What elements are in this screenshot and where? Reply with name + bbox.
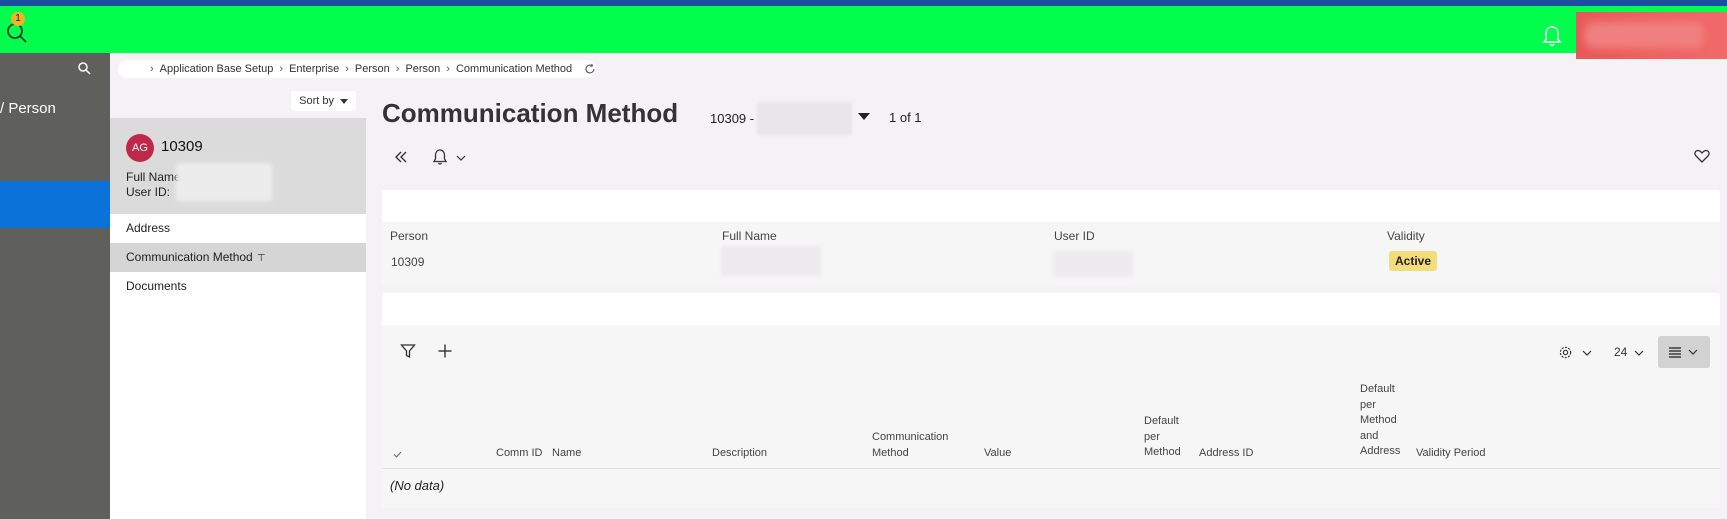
redacted-record-name [757,102,852,135]
column-header[interactable]: Name [552,446,581,462]
redacted-full-name [721,246,821,276]
column-header[interactable]: Default per Method [1144,414,1184,461]
nav-title[interactable]: / Person [0,100,56,117]
record-count: 1 of 1 [889,110,922,125]
caret-down-icon [340,98,348,104]
top-bar: 1 [0,6,1727,59]
breadcrumb-item[interactable]: Communication Method [456,63,572,75]
view-mode-button[interactable] [1658,336,1710,368]
empty-state-text: (No data) [390,478,445,493]
page-title: Communication Method [382,98,679,128]
sort-by-label: Sort by [299,95,334,107]
page-size-selector[interactable]: 24 [1614,345,1627,359]
column-header[interactable]: Default per Method and Address [1360,382,1402,460]
gear-icon[interactable] [1558,345,1573,360]
column-header[interactable]: Address ID [1199,446,1253,462]
redacted-user-id [1053,251,1133,277]
column-header[interactable]: Comm ID [496,446,542,462]
redacted-user-name [1584,22,1704,48]
person-value: 10309 [391,255,425,269]
list-view-icon [1669,347,1681,358]
double-chevron-left-icon[interactable] [392,148,410,166]
bell-icon[interactable] [1541,24,1563,48]
side-navigation: / Person [0,53,110,519]
column-header[interactable]: Communication Method [872,430,952,461]
avatar: AG [126,134,154,162]
header-divider [382,468,1720,469]
heart-icon[interactable] [1694,148,1710,164]
validity-label: Validity [1387,229,1425,243]
bell-icon[interactable] [431,148,449,166]
column-header[interactable]: Validity Period [1416,446,1486,462]
user-id-label: User ID [1054,229,1095,243]
chevron-down-icon[interactable] [1634,348,1644,358]
redacted-value [176,163,272,201]
breadcrumb: › Application Base Setup › Enterprise › … [118,60,596,78]
select-all-check-icon[interactable] [393,450,402,459]
record-id: 10309 [161,138,203,155]
add-icon[interactable] [437,343,453,359]
refresh-icon[interactable] [584,63,596,75]
grid-body [382,325,1720,508]
column-header[interactable]: Description [712,446,767,462]
breadcrumb-item[interactable]: Enterprise [289,63,339,75]
breadcrumb-item[interactable]: Application Base Setup [160,63,274,75]
person-label: Person [390,229,429,243]
record-selector-caret-icon[interactable] [858,113,870,120]
communication-method-grid: 24 Comm ID Name Description Communicatio… [382,293,1720,508]
menu-item-address[interactable]: Address [110,214,366,243]
chevron-down-icon[interactable] [456,153,466,163]
record-selector-id: 10309 - [710,111,755,126]
record-list-panel: Sort by AG 10309 Full Name User ID: Addr… [110,85,366,519]
person-summary-card: Person 10309 Full Name User ID Validity … [382,190,1720,285]
sort-by-dropdown[interactable]: Sort by [291,91,356,111]
nav-search-icon[interactable] [77,61,91,75]
user-profile-menu[interactable] [1576,12,1727,59]
chevron-down-icon[interactable] [1582,348,1592,358]
full-name-label: Full Name [126,170,181,184]
sort-bar: Sort by [110,85,366,118]
menu-item-documents[interactable]: Documents [110,272,366,301]
full-name-label: Full Name [722,229,777,243]
column-header[interactable]: Value [984,446,1011,462]
pin-icon[interactable]: ⊤ [257,253,266,264]
person-summary-row [382,222,1720,285]
breadcrumb-item[interactable]: Person [405,63,440,75]
filter-icon[interactable] [400,343,416,359]
user-id-label: User ID: [126,185,171,199]
menu-item-label: Communication Method [126,250,253,264]
breadcrumb-item[interactable]: Person [355,63,390,75]
notification-badge: 1 [11,12,25,26]
chevron-down-icon [1688,349,1698,355]
record-card[interactable]: AG 10309 Full Name User ID: [110,118,366,214]
status-badge: Active [1389,251,1438,271]
menu-item-communication-method[interactable]: Communication Method ⊤ [110,243,366,272]
nav-active-item[interactable] [0,181,110,228]
